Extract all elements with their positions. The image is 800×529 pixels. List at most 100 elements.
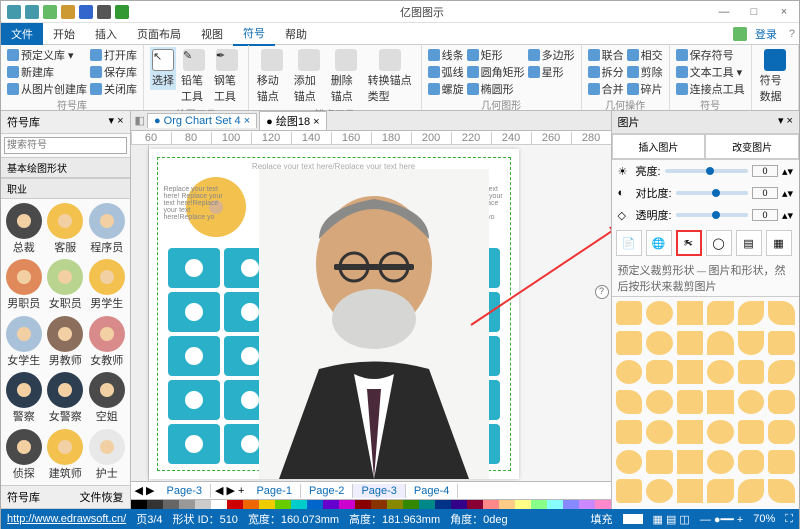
doc-tab-1[interactable]: ● Org Chart Set 4 × — [147, 113, 257, 128]
symbol-item[interactable]: 男职员 — [5, 259, 43, 311]
tab-help[interactable]: 帮助 — [275, 23, 317, 45]
album2-icon[interactable]: ▤ — [736, 230, 762, 256]
preset-shape[interactable] — [616, 450, 643, 474]
color-swatch[interactable] — [339, 500, 355, 509]
symbol-item[interactable]: 女警察 — [47, 372, 85, 424]
help-icon[interactable]: ? — [785, 28, 799, 40]
preset-shape[interactable] — [677, 479, 704, 503]
star-tool[interactable]: 星形 — [528, 64, 575, 80]
color-swatch[interactable] — [243, 500, 259, 509]
save-icon[interactable] — [79, 5, 93, 19]
preset-shape[interactable] — [707, 450, 734, 474]
color-swatch[interactable] — [131, 500, 147, 509]
preset-shape[interactable] — [677, 331, 704, 355]
color-bar[interactable] — [131, 499, 611, 509]
color-swatch[interactable] — [403, 500, 419, 509]
symbol-item[interactable]: 女学生 — [5, 316, 43, 368]
color-swatch[interactable] — [275, 500, 291, 509]
color-swatch[interactable] — [563, 500, 579, 509]
section-basic[interactable]: 基本绘图形状 — [1, 157, 130, 178]
new-lib-button[interactable]: 新建库 — [7, 64, 87, 80]
preset-shape[interactable] — [768, 390, 795, 414]
pencil-tool[interactable]: ✎铅笔工具 — [179, 47, 209, 106]
preset-shape[interactable] — [616, 390, 643, 414]
polygon-tool[interactable]: 多边形 — [528, 47, 575, 63]
ellipse-tool[interactable]: 椭圆形 — [467, 81, 525, 97]
preset-shape[interactable] — [738, 479, 765, 503]
preset-shape[interactable] — [616, 479, 643, 503]
preset-shape[interactable] — [707, 360, 734, 384]
split-button[interactable]: 拆分 — [588, 64, 624, 80]
minimize-button[interactable]: — — [709, 6, 739, 18]
view-icons[interactable]: ▦ ▤ ◫ — [653, 513, 690, 526]
preset-shape[interactable] — [616, 301, 643, 325]
close-button[interactable]: × — [769, 6, 799, 18]
text-tool-button[interactable]: 文本工具 ▾ — [676, 64, 745, 80]
preset-shape[interactable] — [738, 331, 765, 355]
pen-tool[interactable]: ✒钢笔工具 — [212, 47, 242, 106]
preset-shape[interactable] — [677, 450, 704, 474]
from-file-icon[interactable]: 📄 — [616, 230, 642, 256]
tab-view[interactable]: 视图 — [191, 23, 233, 45]
tab-symbols[interactable]: 符号 — [233, 22, 275, 46]
color-swatch[interactable] — [355, 500, 371, 509]
section-profession[interactable]: 职业 — [1, 178, 130, 199]
color-swatch[interactable] — [451, 500, 467, 509]
color-swatch[interactable] — [307, 500, 323, 509]
album3-icon[interactable]: ▦ — [766, 230, 792, 256]
color-swatch[interactable] — [371, 500, 387, 509]
convert-anchor-tool[interactable]: 转换锚点类型 — [366, 47, 415, 106]
move-anchor-tool[interactable]: 移动锚点 — [255, 47, 289, 106]
sync-icon[interactable] — [733, 27, 747, 41]
color-swatch[interactable] — [259, 500, 275, 509]
login-button[interactable]: 登录 — [747, 23, 785, 45]
symbol-item[interactable]: 侦探 — [5, 429, 43, 481]
panel-menu-icon[interactable]: ▾ × — [109, 114, 124, 130]
preset-shape[interactable] — [738, 420, 765, 444]
panel-close-icon[interactable]: ▾ × — [778, 114, 793, 127]
subtract-button[interactable]: 剪除 — [627, 64, 663, 80]
page-tab[interactable]: Page-3 — [159, 484, 211, 498]
preset-shape[interactable] — [646, 331, 673, 355]
preset-shape[interactable] — [707, 479, 734, 503]
intersect-button[interactable]: 相交 — [627, 47, 663, 63]
color-swatch[interactable] — [515, 500, 531, 509]
undo-icon[interactable] — [7, 5, 21, 19]
page-tab[interactable]: Page-3 — [353, 484, 405, 498]
rect-tool[interactable]: 矩形 — [467, 47, 525, 63]
color-swatch[interactable] — [595, 500, 611, 509]
save-symbol-button[interactable]: 保存符号 — [676, 47, 745, 63]
status-fill[interactable]: 填充 — [591, 511, 613, 527]
symbol-item[interactable]: 程序员 — [88, 203, 126, 255]
symbol-item[interactable]: 空姐 — [88, 372, 126, 424]
preset-shape[interactable] — [768, 331, 795, 355]
preset-shape[interactable] — [738, 360, 765, 384]
color-swatch[interactable] — [579, 500, 595, 509]
album1-icon[interactable]: ◯ — [706, 230, 732, 256]
preset-shape[interactable] — [738, 390, 765, 414]
symbol-item[interactable]: 男学生 — [88, 259, 126, 311]
color-swatch[interactable] — [531, 500, 547, 509]
open-icon[interactable] — [61, 5, 75, 19]
select-tool[interactable]: ↖选择 — [150, 47, 176, 90]
brightness-slider[interactable]: ☀亮度:0▴▾ — [612, 160, 799, 182]
tab-start[interactable]: 开始 — [43, 23, 85, 45]
preset-shape[interactable] — [768, 479, 795, 503]
save-lib-button[interactable]: 保存库 — [90, 64, 137, 80]
color-swatch[interactable] — [547, 500, 563, 509]
preset-shape[interactable] — [616, 420, 643, 444]
symbol-data-button[interactable]: 符号数据 — [758, 47, 792, 106]
color-swatch[interactable] — [147, 500, 163, 509]
preset-shape[interactable] — [738, 450, 765, 474]
color-swatch[interactable] — [467, 500, 483, 509]
color-swatch[interactable] — [387, 500, 403, 509]
preset-shape[interactable] — [768, 301, 795, 325]
symbol-item[interactable]: 护士 — [88, 429, 126, 481]
preset-shape[interactable] — [677, 390, 704, 414]
from-image-lib-button[interactable]: 从图片创建库 — [7, 81, 87, 97]
fill-swatch[interactable] — [623, 514, 643, 524]
preset-shape[interactable] — [707, 420, 734, 444]
symbol-item[interactable]: 女教师 — [88, 316, 126, 368]
new-icon[interactable] — [43, 5, 57, 19]
color-swatch[interactable] — [179, 500, 195, 509]
